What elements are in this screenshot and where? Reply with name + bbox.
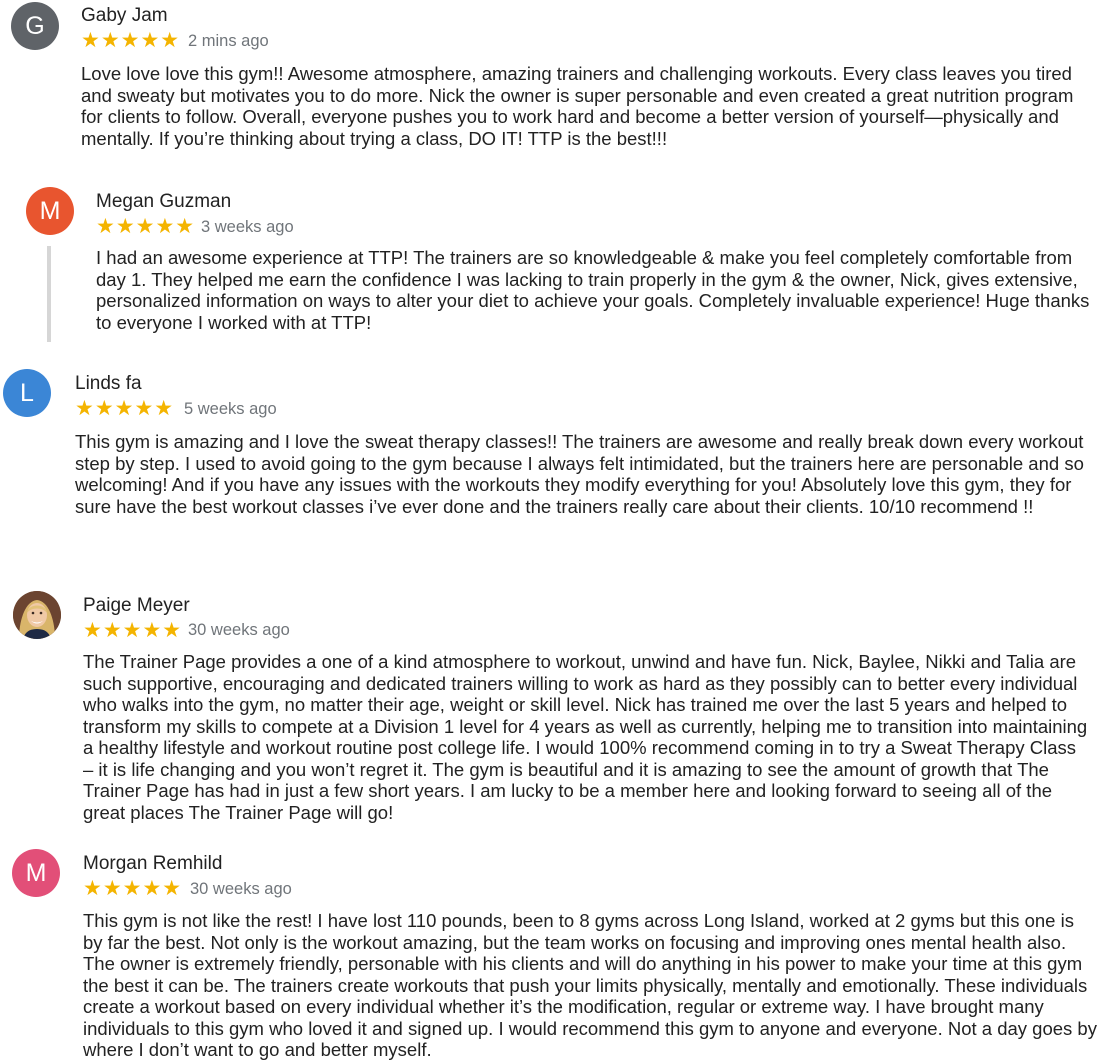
review-age: 5 weeks ago: [184, 400, 277, 418]
avatar[interactable]: L: [3, 369, 51, 417]
review-age: 3 weeks ago: [201, 218, 294, 236]
star-rating: ★★★★★: [83, 877, 183, 900]
star-rating: ★★★★★: [96, 215, 196, 238]
profile-photo[interactable]: [13, 591, 61, 639]
thread-divider: [47, 246, 51, 342]
reviewer-name[interactable]: Megan Guzman: [96, 191, 231, 213]
review-text: Love love love this gym!! Awesome atmosp…: [81, 63, 1074, 149]
review-card: G Gaby Jam ★★★★★ 2 mins ago Love love lo…: [0, 0, 1100, 160]
avatar[interactable]: M: [26, 187, 74, 235]
portrait-image: [13, 591, 61, 639]
review-age: 30 weeks ago: [190, 880, 292, 898]
review-age: 2 mins ago: [188, 32, 269, 50]
review-text: The Trainer Page provides a one of a kin…: [83, 651, 1088, 823]
avatar[interactable]: G: [11, 2, 59, 50]
review-card: L Linds fa ★★★★★ 5 weeks ago This gym is…: [0, 362, 1100, 552]
reviewer-name[interactable]: Morgan Remhild: [83, 853, 222, 875]
review-card: M Morgan Remhild ★★★★★ 30 weeks ago This…: [0, 842, 1100, 1063]
review-age: 30 weeks ago: [188, 621, 290, 639]
review-text: This gym is amazing and I love the sweat…: [75, 431, 1084, 517]
star-rating: ★★★★★: [83, 619, 183, 642]
review-text: I had an awesome experience at TTP! The …: [96, 247, 1090, 333]
star-rating: ★★★★★: [75, 397, 175, 420]
reviewer-name[interactable]: Paige Meyer: [83, 595, 190, 617]
avatar[interactable]: M: [12, 849, 60, 897]
review-text: This gym is not like the rest! I have lo…: [83, 910, 1097, 1060]
review-card: M Megan Guzman ★★★★★ 3 weeks ago I had a…: [0, 180, 1100, 345]
reviewer-name[interactable]: Linds fa: [75, 373, 142, 395]
review-card: Paige Meyer ★★★★★ 30 weeks ago The Train…: [0, 585, 1100, 830]
star-rating: ★★★★★: [81, 29, 181, 52]
reviewer-name[interactable]: Gaby Jam: [81, 5, 168, 27]
